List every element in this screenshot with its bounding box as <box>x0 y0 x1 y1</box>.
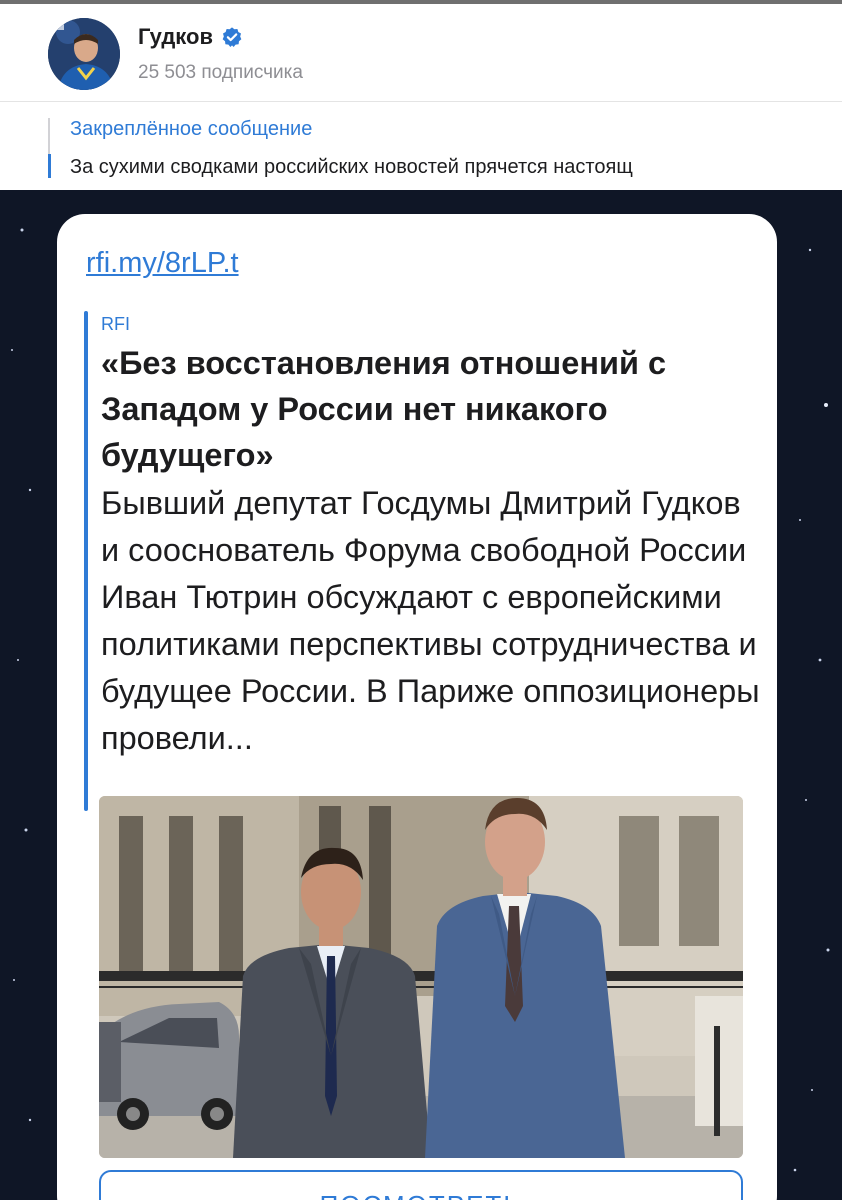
link-preview-description: Бывший депутат Госдумы Дмитрий Гудков и … <box>101 485 760 756</box>
view-button-label: ПОСМОТРЕТЬ <box>101 1190 741 1200</box>
pinned-text: За сухими сводками российских новостей п… <box>70 156 633 178</box>
pinned-message[interactable]: Закреплённое сообщение За сухими сводкам… <box>0 102 842 190</box>
verified-badge-icon <box>222 27 242 47</box>
subscriber-count: 25 503 подписчика <box>138 62 303 83</box>
chat-background: rfi.my/8rLP.t RFI «Без восстановления от… <box>0 190 842 1200</box>
avatar-photo <box>48 18 120 90</box>
message-link[interactable]: rfi.my/8rLP.t <box>86 247 239 280</box>
channel-name: Гудков <box>138 24 213 49</box>
link-preview-accent-bar <box>84 311 88 811</box>
preview-photo <box>99 796 743 1158</box>
link-preview-image[interactable] <box>99 796 743 1158</box>
link-preview-title: «Без восстановления отношений с Западом … <box>101 345 667 473</box>
link-preview-site: RFI <box>101 314 130 334</box>
channel-header[interactable]: Гудков 25 503 подписчика <box>0 4 842 102</box>
pinned-title: Закреплённое сообщение <box>70 118 313 140</box>
message-bubble[interactable]: rfi.my/8rLP.t RFI «Без восстановления от… <box>57 214 777 1200</box>
channel-avatar[interactable] <box>48 18 120 90</box>
view-button[interactable]: ПОСМОТРЕТЬ <box>99 1170 743 1200</box>
pinned-indicator-active <box>48 154 51 178</box>
channel-title: Гудков <box>138 24 243 50</box>
